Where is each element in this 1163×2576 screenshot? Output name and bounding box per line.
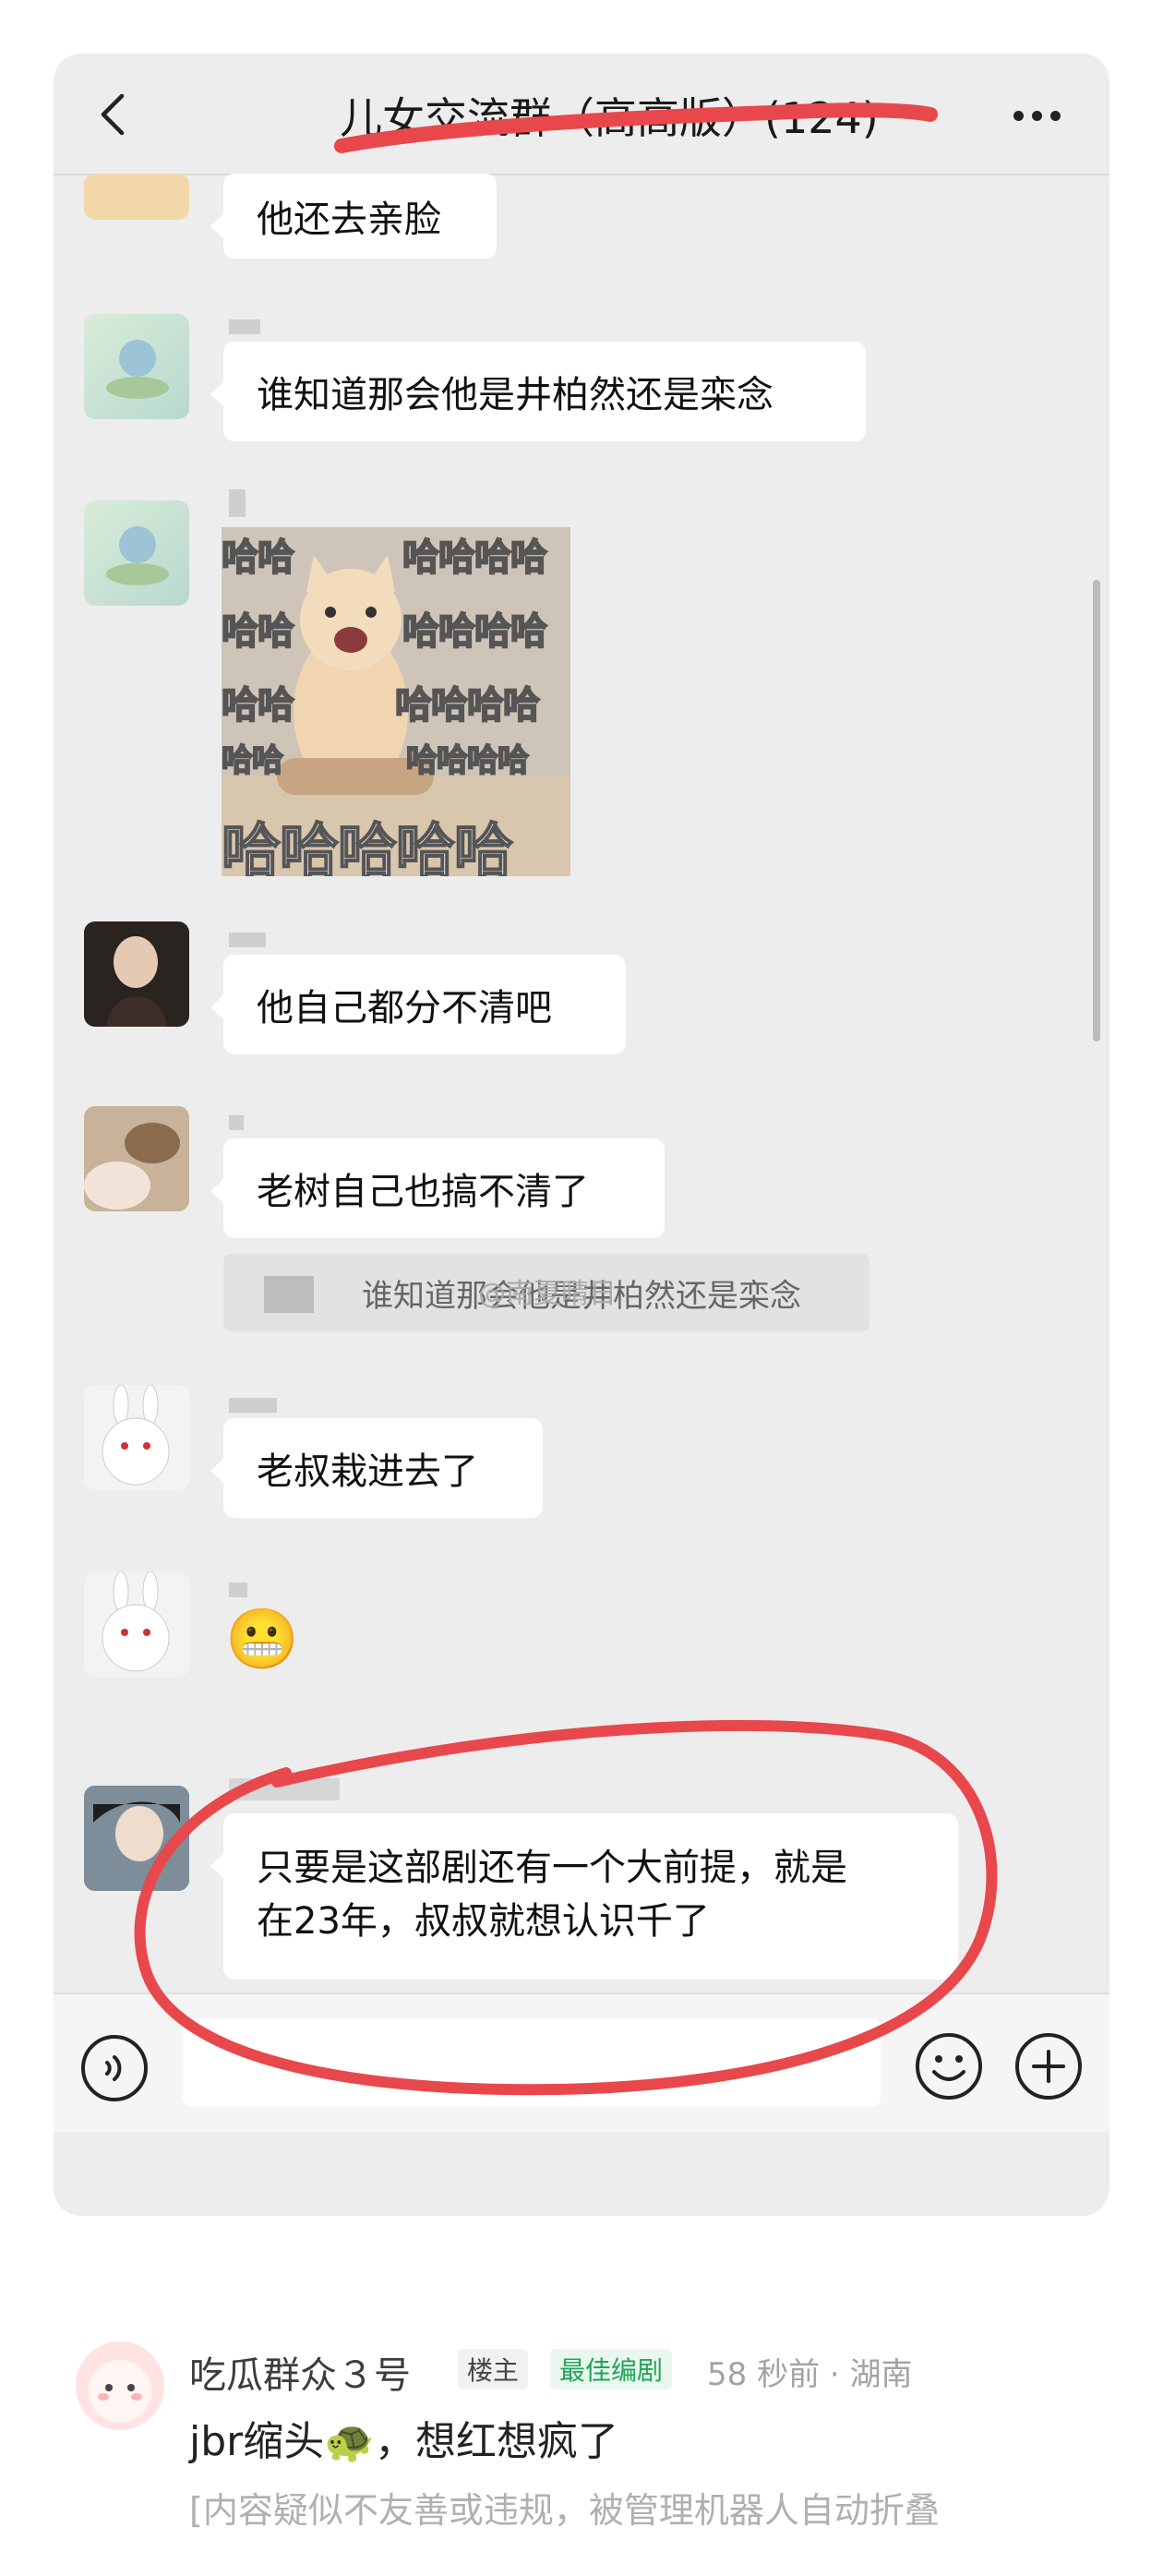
sender-name-blurred (229, 1110, 244, 1136)
meme-text: 哈哈 (222, 683, 295, 728)
sender-name-blurred (229, 1392, 277, 1418)
bunny-avatar-art (102, 1385, 170, 1486)
smiley-icon[interactable] (914, 2031, 984, 2101)
avatar[interactable] (84, 1786, 189, 1891)
comment-meta: 58 秒前 · 湖南 (707, 2356, 913, 2393)
meme-text: 哈哈哈哈 (402, 609, 548, 654)
scrollbar[interactable] (1093, 580, 1100, 1041)
avatar[interactable] (84, 500, 189, 606)
watermark: @南夏晴日 (478, 1278, 617, 1310)
cat-meme-image[interactable]: 哈哈 哈哈哈哈 哈哈 哈哈哈哈 哈哈 哈哈哈哈 哈哈 哈哈哈哈 哈哈哈哈哈 (222, 527, 570, 876)
more-dots-icon[interactable] (1013, 107, 1069, 125)
meme-text: 哈哈 (222, 741, 284, 780)
voice-icon[interactable] (79, 2033, 150, 2103)
message-text: 他自己都分不清吧 (257, 987, 552, 1029)
avatar[interactable] (84, 1571, 189, 1677)
message-input[interactable] (183, 2018, 881, 2107)
avatar-art (84, 1786, 189, 1891)
message-bubble[interactable]: 谁知道那会他是井柏然还是栾念 (210, 342, 866, 441)
quote-sender-blurred (264, 1276, 314, 1313)
sender-name-blurred (229, 489, 246, 523)
avatar-art (84, 1123, 180, 1210)
avatar[interactable] (84, 1106, 189, 1211)
meme-text: 哈哈哈哈 (402, 536, 548, 580)
chat-input-bar (54, 1992, 1109, 2133)
bunny-avatar-art (102, 1571, 170, 1672)
grimace-emoji[interactable]: 😬 (225, 1605, 299, 1674)
best-editor-badge: 最佳编剧 (550, 2349, 673, 2389)
message-bubble[interactable]: 他自己都分不清吧 (210, 955, 626, 1054)
message-text: 老树自己也搞不清了 (257, 1171, 589, 1213)
avatar[interactable] (84, 1385, 189, 1490)
comment-text: jbr缩头🐢，想红想疯了 (189, 2418, 619, 2465)
op-badge: 楼主 (458, 2349, 529, 2389)
avatar-art (106, 340, 169, 399)
commenter-name[interactable]: 吃瓜群众３号 (189, 2345, 411, 2399)
meme-text: 哈哈 (222, 536, 295, 580)
message-bubble[interactable]: 他还去亲脸 (210, 174, 497, 259)
message-text: 只要是这部剧还有一个大前提，就是 在23年，叔叔就想认识千了 (257, 1841, 847, 1948)
meme-text: 哈哈哈哈哈 (222, 817, 514, 876)
message-bubble[interactable]: 老叔栽进去了 (210, 1418, 543, 1518)
sender-name-blurred (229, 927, 266, 953)
meme-text: 哈哈哈哈 (394, 683, 541, 728)
avatar-art (106, 936, 167, 1027)
avatar-art (89, 2360, 151, 2423)
sender-name-blurred (229, 314, 260, 340)
message-bubble[interactable]: 老树自己也搞不清了 (210, 1138, 665, 1238)
sender-name-blurred (229, 1577, 247, 1603)
message-bubble[interactable]: 只要是这部剧还有一个大前提，就是 在23年，叔叔就想认识千了 (210, 1813, 958, 1980)
avatar[interactable] (84, 174, 189, 220)
message-text: 谁知道那会他是井柏然还是栾念 (257, 374, 773, 416)
commenter-avatar[interactable] (76, 2341, 164, 2430)
message-text: 老叔栽进去了 (257, 1451, 478, 1493)
chat-screenshot: 儿女交流群（高高版）(124) 他还去亲脸 谁知道那会他是井柏然还是栾念 哈哈 … (54, 54, 1109, 2216)
message-text: 他还去亲脸 (257, 199, 441, 241)
plus-icon[interactable] (1013, 2031, 1084, 2101)
folded-notice[interactable]: [内容疑似不友善或违规，被管理机器人自动折叠 (189, 2482, 940, 2533)
chevron-left-icon[interactable] (90, 89, 142, 140)
message-line: 只要是这部剧还有一个大前提，就是 (257, 1847, 847, 1889)
comment-item: 吃瓜群众３号 楼主 最佳编剧 58 秒前 · 湖南 jbr缩头🐢，想红想疯了 [… (0, 2327, 1163, 2576)
avatar-art (106, 526, 169, 585)
chat-header: 儿女交流群（高高版）(124) (54, 54, 1109, 175)
meme-text: 哈哈 (222, 609, 295, 654)
title-strike-scribble (334, 102, 938, 153)
avatar[interactable] (84, 314, 189, 419)
meme-text: 哈哈哈哈 (405, 741, 530, 780)
sender-name-blurred (229, 1778, 340, 1806)
message-line: 在23年，叔叔就想认识千了 (257, 1900, 710, 1943)
avatar[interactable] (84, 921, 189, 1027)
